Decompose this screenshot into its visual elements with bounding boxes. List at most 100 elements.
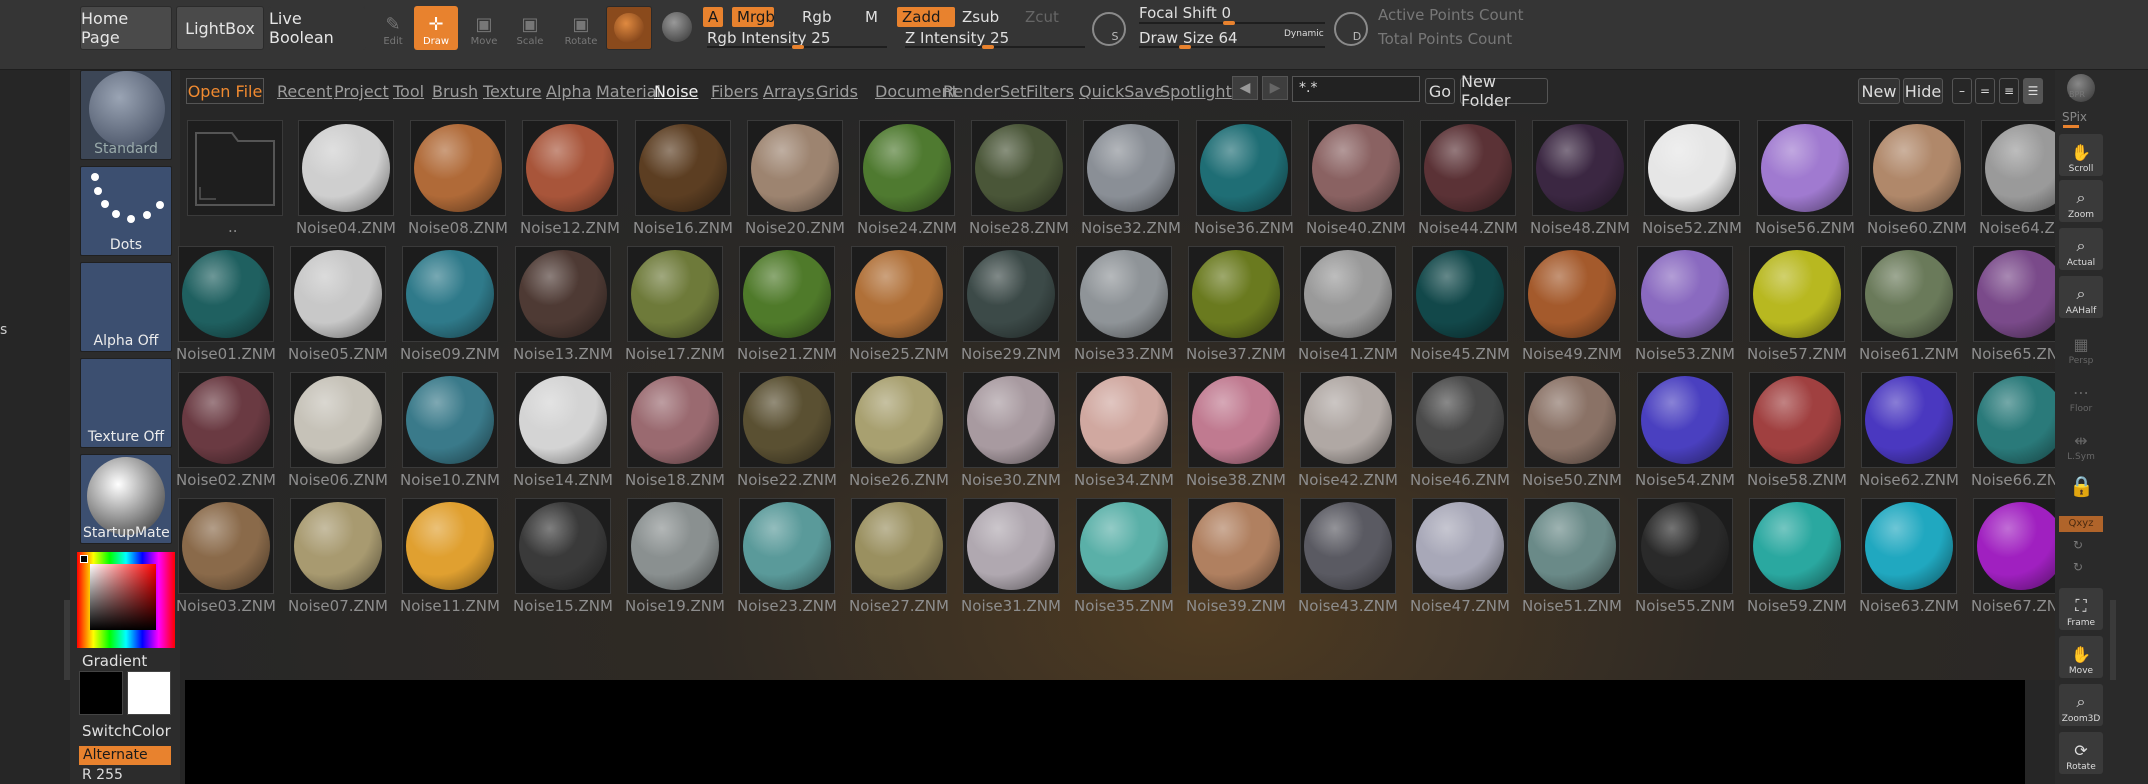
noise-item[interactable]: Noise60.ZNM	[1861, 120, 1971, 246]
spix-slider[interactable]: SPix	[2062, 110, 2087, 124]
noise-item[interactable]: Noise26.ZNM	[843, 372, 953, 498]
zcut-toggle[interactable]: Zcut	[1020, 7, 1064, 27]
material-button[interactable]: StartupMateri	[80, 454, 172, 544]
noise-item[interactable]: Noise28.ZNM	[963, 120, 1073, 246]
tab-fibers[interactable]: Fibers	[711, 82, 758, 101]
folder-up-item[interactable]	[187, 120, 283, 216]
home-page-button[interactable]: Home Page	[80, 6, 172, 50]
noise-item[interactable]: Noise32.ZNM	[1075, 120, 1185, 246]
lsym-button[interactable]: ⇹ L.Sym	[2059, 422, 2103, 464]
lazy-mouse-s-icon[interactable]: S	[1092, 12, 1126, 46]
bpr-button[interactable]	[2061, 70, 2101, 106]
tab-brush[interactable]: Brush	[432, 82, 478, 101]
z-intensity-track[interactable]	[905, 46, 1085, 48]
noise-item[interactable]: Noise06.ZNM	[282, 372, 392, 498]
focal-shift-knob[interactable]	[1223, 21, 1235, 25]
stroke-dots-button[interactable]: Dots	[80, 166, 172, 256]
noise-item[interactable]: Noise22.ZNM	[731, 372, 841, 498]
live-boolean-button[interactable]: Live Boolean	[268, 6, 366, 50]
noise-item[interactable]: Noise24.ZNM	[851, 120, 961, 246]
persp-button[interactable]: ▦ Persp	[2059, 326, 2103, 368]
tab-project[interactable]: Project	[334, 82, 389, 101]
tab-grids[interactable]: Grids	[816, 82, 858, 101]
noise-item[interactable]: Noise10.ZNM	[394, 372, 504, 498]
noise-item[interactable]: Noise31.ZNM	[955, 498, 1065, 624]
next-arrow-button[interactable]: ▶	[1262, 76, 1288, 100]
noise-item[interactable]: Noise62.ZNM	[1853, 372, 1963, 498]
color-picker-square[interactable]	[90, 564, 156, 630]
noise-item[interactable]: Noise33.ZNM	[1068, 246, 1178, 372]
floor-button[interactable]: ⋯ Floor	[2059, 374, 2103, 416]
noise-item[interactable]: Noise34.ZNM	[1068, 372, 1178, 498]
sym-axis-icon[interactable]: ↻	[2073, 538, 2083, 552]
noise-item[interactable]: Noise21.ZNM	[731, 246, 841, 372]
view-triple-button[interactable]: ≡	[1999, 78, 2019, 104]
noise-item[interactable]: Noise29.ZNM	[955, 246, 1065, 372]
z-intensity-label[interactable]: Z Intensity 25	[905, 29, 1009, 47]
qxyz-button[interactable]: Qxyz	[2059, 516, 2103, 532]
noise-item[interactable]: Noise59.ZNM	[1741, 498, 1851, 624]
noise-item[interactable]: Noise52.ZNM	[1636, 120, 1746, 246]
main-color-swatch[interactable]	[79, 671, 123, 715]
rgb-intensity-label[interactable]: Rgb Intensity 25	[707, 29, 830, 47]
noise-item[interactable]: Noise17.ZNM	[619, 246, 729, 372]
noise-item[interactable]: Noise49.ZNM	[1516, 246, 1626, 372]
noise-item[interactable]: Noise04.ZNM	[290, 120, 400, 246]
zoom3d-button[interactable]: ⌕ Zoom3D	[2059, 684, 2103, 726]
view-equal-button[interactable]: =	[1975, 78, 1995, 104]
noise-item[interactable]: Noise19.ZNM	[619, 498, 729, 624]
noise-item[interactable]: Noise54.ZNM	[1629, 372, 1739, 498]
noise-item[interactable]: Noise63.ZNM	[1853, 498, 1963, 624]
aahalf-button[interactable]: ⌕ AAHalf	[2059, 276, 2103, 318]
texture-off-button[interactable]: Texture Off	[80, 358, 172, 448]
lightbox-button[interactable]: LightBox	[176, 6, 264, 50]
noise-item[interactable]: Noise25.ZNM	[843, 246, 953, 372]
new-button[interactable]: New	[1858, 78, 1900, 104]
draw-size-track[interactable]	[1139, 46, 1325, 48]
tab-noise[interactable]: Noise	[654, 82, 698, 101]
noise-item[interactable]: Noise55.ZNM	[1629, 498, 1739, 624]
m-toggle[interactable]: M	[860, 7, 883, 27]
zsub-toggle[interactable]: Zsub	[957, 7, 1004, 27]
noise-item[interactable]: Noise47.ZNM	[1404, 498, 1514, 624]
draw-tool-button[interactable]: ✛ Draw	[414, 6, 458, 50]
rotate-tool-button[interactable]: ▣ Rotate	[559, 6, 603, 50]
noise-item[interactable]: Noise08.ZNM	[402, 120, 512, 246]
noise-item[interactable]: Noise38.ZNM	[1180, 372, 1290, 498]
noise-item[interactable]: Noise61.ZNM	[1853, 246, 1963, 372]
tab-quicksave[interactable]: QuickSave	[1079, 82, 1164, 101]
noise-item[interactable]: Noise42.ZNM	[1292, 372, 1402, 498]
rgb-toggle[interactable]: Rgb	[797, 7, 836, 27]
tab-arrays[interactable]: Arrays	[763, 82, 814, 101]
z-intensity-knob[interactable]	[982, 45, 994, 49]
prev-arrow-button[interactable]: ◀	[1232, 76, 1258, 100]
tab-filters[interactable]: Filters	[1026, 82, 1074, 101]
noise-item[interactable]: Noise53.ZNM	[1629, 246, 1739, 372]
focal-shift-label[interactable]: Focal Shift 0	[1139, 4, 1231, 22]
color-picker[interactable]	[77, 552, 175, 648]
noise-item[interactable]: Noise03.ZNM	[170, 498, 280, 624]
gradient-label[interactable]: Gradient	[82, 652, 147, 670]
rotate-view-button[interactable]: ⟳ Rotate	[2059, 732, 2103, 774]
scroll-button[interactable]: ✋ Scroll	[2059, 134, 2103, 176]
noise-item[interactable]: Noise11.ZNM	[394, 498, 504, 624]
sym-axis2-icon[interactable]: ↻	[2073, 560, 2083, 574]
view-minus-button[interactable]: –	[1952, 78, 1972, 104]
noise-item[interactable]: Noise35.ZNM	[1068, 498, 1178, 624]
zoom-button[interactable]: ⌕ Zoom	[2059, 180, 2103, 222]
noise-item[interactable]: Noise23.ZNM	[731, 498, 841, 624]
rgb-intensity-knob[interactable]	[792, 45, 804, 49]
noise-item[interactable]: Noise20.ZNM	[739, 120, 849, 246]
noise-item[interactable]: Noise45.ZNM	[1404, 246, 1514, 372]
scale-tool-button[interactable]: ▣ Scale	[508, 6, 552, 50]
noise-item[interactable]: Noise44.ZNM	[1412, 120, 1522, 246]
noise-item[interactable]: Noise58.ZNM	[1741, 372, 1851, 498]
tab-texture[interactable]: Texture	[483, 82, 542, 101]
brush-d-icon[interactable]: D	[1334, 12, 1368, 46]
noise-item[interactable]: Noise16.ZNM	[627, 120, 737, 246]
noise-item[interactable]: Noise27.ZNM	[843, 498, 953, 624]
noise-item[interactable]: Noise43.ZNM	[1292, 498, 1402, 624]
noise-item[interactable]: Noise46.ZNM	[1404, 372, 1514, 498]
edit-tool-button[interactable]: ✎ Edit	[371, 6, 415, 50]
noise-item[interactable]: Noise36.ZNM	[1188, 120, 1298, 246]
